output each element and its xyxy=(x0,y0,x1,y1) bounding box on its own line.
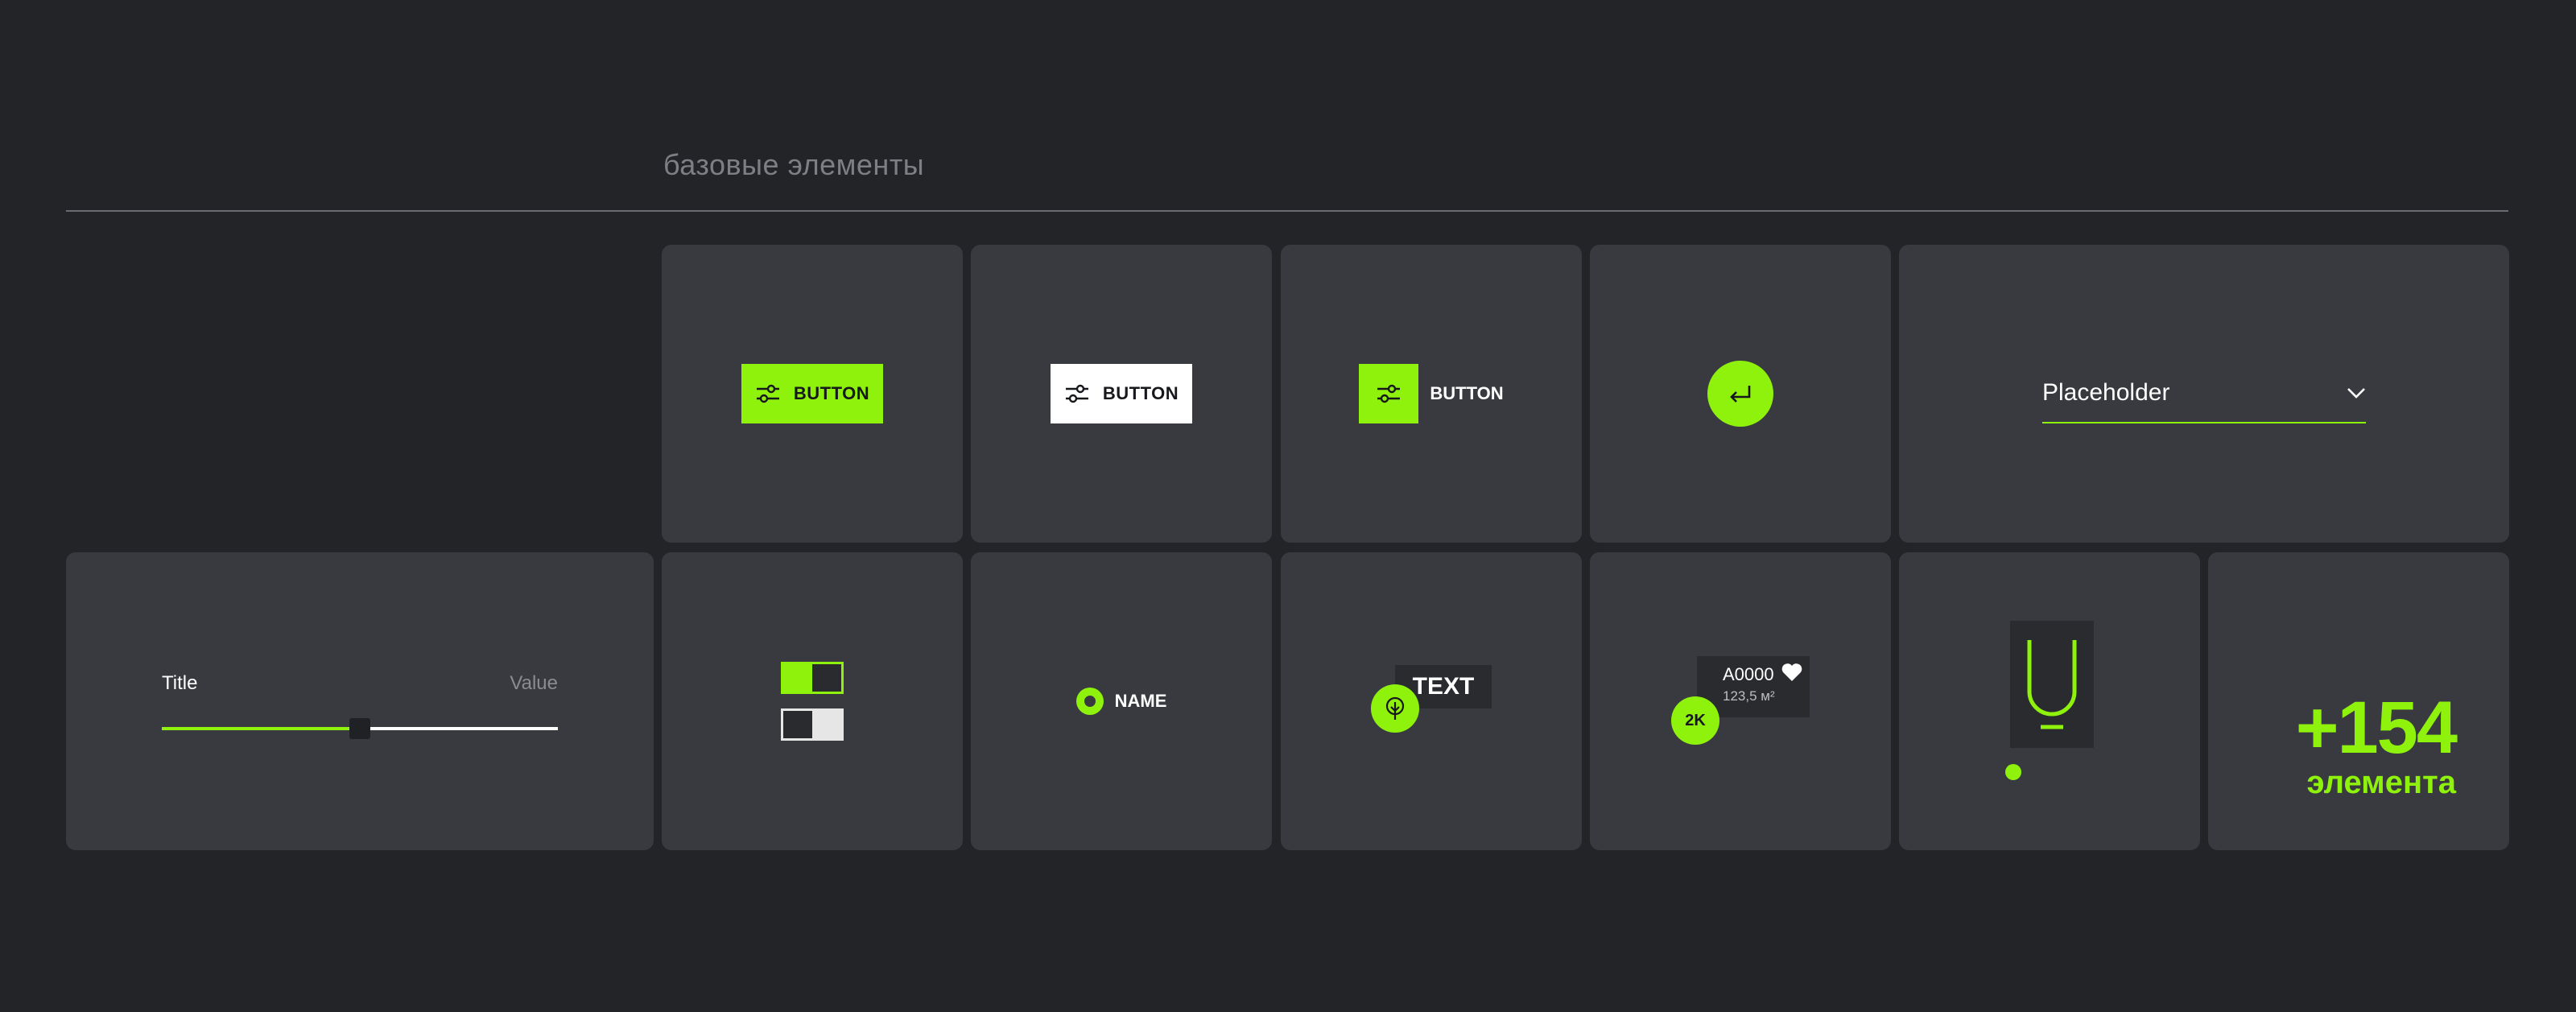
more-label: элемента xyxy=(2306,765,2456,800)
card-primary-button: BUTTON xyxy=(662,245,963,543)
slider-value: Value xyxy=(510,672,558,694)
primary-button-label: BUTTON xyxy=(793,383,870,403)
filter-icon xyxy=(1377,384,1401,403)
tree-icon xyxy=(1385,696,1405,720)
heart-icon[interactable] xyxy=(1781,663,1803,682)
slider-thumb[interactable] xyxy=(349,718,370,739)
logo xyxy=(2005,621,2094,782)
icon-button[interactable]: BUTTON xyxy=(1359,364,1504,423)
logo-u-icon xyxy=(2027,640,2077,729)
radio-dot xyxy=(1075,688,1104,715)
select-placeholder: Placeholder xyxy=(2042,379,2170,406)
icon-button-label: BUTTON xyxy=(1430,383,1504,403)
radio-option[interactable]: NAME xyxy=(1075,688,1167,715)
radio-label: NAME xyxy=(1114,691,1167,711)
more-elements: +154 элемента xyxy=(2295,687,2458,800)
filter-icon xyxy=(1065,384,1088,403)
card-slider: Title Value xyxy=(66,552,654,850)
enter-icon xyxy=(1730,386,1751,403)
range-slider: Title Value xyxy=(162,672,558,739)
section-title: базовые элементы xyxy=(663,148,925,181)
slider-title: Title xyxy=(162,672,198,694)
primary-button[interactable]: BUTTON xyxy=(741,364,883,423)
toggle-on[interactable] xyxy=(781,662,844,694)
secondary-button[interactable]: BUTTON xyxy=(1051,364,1192,423)
card-secondary-button: BUTTON xyxy=(971,245,1272,543)
select-dropdown[interactable]: Placeholder xyxy=(2042,364,2366,423)
listing-area: 123,5 м² xyxy=(1723,688,1775,704)
marker-pin xyxy=(1371,684,1419,733)
listing-count-badge: 2K xyxy=(1671,696,1719,745)
chevron-down-icon xyxy=(2347,388,2365,399)
slider-track[interactable] xyxy=(162,718,558,739)
icon-button-box xyxy=(1359,364,1419,423)
card-round-button xyxy=(1590,245,1891,543)
card-logo xyxy=(1899,552,2200,850)
logo-dot xyxy=(2005,764,2021,780)
card-map-marker: TEXT xyxy=(1281,552,1582,850)
filter-icon xyxy=(756,384,779,403)
map-marker[interactable]: TEXT xyxy=(1371,665,1492,737)
card-radio: NAME xyxy=(971,552,1272,850)
listing-marker[interactable]: A0000 123,5 м² 2K xyxy=(1671,656,1810,746)
secondary-button-label: BUTTON xyxy=(1102,383,1179,403)
slider-fill xyxy=(162,727,360,730)
toggle-off[interactable] xyxy=(781,708,844,741)
enter-button[interactable] xyxy=(1707,361,1773,427)
card-more: +154 элемента xyxy=(2208,552,2509,850)
card-toggles xyxy=(662,552,963,850)
more-count: +154 xyxy=(2295,687,2458,769)
card-select: Placeholder xyxy=(1899,245,2509,543)
section-divider xyxy=(66,210,2508,212)
card-listing: A0000 123,5 м² 2K xyxy=(1590,552,1891,850)
card-icon-button: BUTTON xyxy=(1281,245,1582,543)
